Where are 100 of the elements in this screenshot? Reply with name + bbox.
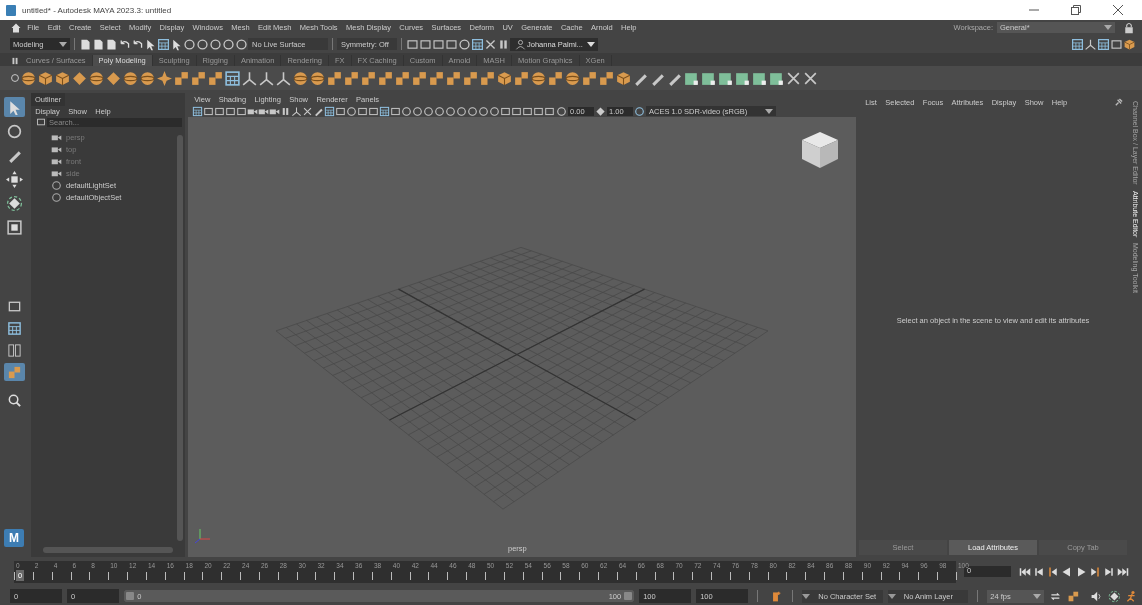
blocks-icon[interactable] xyxy=(411,69,428,87)
circle-icon[interactable] xyxy=(50,179,62,191)
circle-icon[interactable] xyxy=(346,105,357,117)
circle-icon[interactable] xyxy=(50,191,62,203)
blocks-icon[interactable] xyxy=(598,69,615,87)
cursor-icon[interactable] xyxy=(170,37,183,51)
axis-icon[interactable] xyxy=(241,69,258,87)
file-icon[interactable] xyxy=(105,37,118,51)
frame-icon[interactable] xyxy=(35,117,46,127)
circle-icon[interactable] xyxy=(489,105,500,117)
sphere-icon[interactable] xyxy=(139,69,156,87)
circle-icon[interactable] xyxy=(434,105,445,117)
circle-icon[interactable] xyxy=(222,37,235,51)
file-icon[interactable] xyxy=(79,37,92,51)
cube-icon[interactable] xyxy=(615,69,632,87)
frame-icon[interactable] xyxy=(203,105,214,117)
blocks-icon[interactable] xyxy=(1067,589,1080,603)
slider-handle[interactable] xyxy=(624,592,633,600)
grid-icon[interactable] xyxy=(1097,37,1110,51)
circle-icon[interactable] xyxy=(467,105,478,117)
sphere-icon[interactable] xyxy=(122,69,139,87)
frame-icon[interactable] xyxy=(225,105,236,117)
circle-icon[interactable] xyxy=(634,105,645,117)
rotate-icon[interactable] xyxy=(1107,589,1121,603)
circle-icon[interactable] xyxy=(556,105,567,117)
cube-icon[interactable] xyxy=(1123,37,1136,51)
frame-icon[interactable] xyxy=(1110,37,1123,51)
pause-icon[interactable] xyxy=(10,56,20,66)
slider-handle[interactable] xyxy=(126,592,135,600)
file-icon[interactable] xyxy=(92,37,105,51)
cross-icon[interactable] xyxy=(302,105,313,117)
maya-logo[interactable]: M xyxy=(4,529,24,547)
grid-icon[interactable] xyxy=(6,320,22,336)
circle-icon[interactable] xyxy=(209,37,222,51)
pause-icon[interactable] xyxy=(280,105,291,117)
rotate-icon[interactable] xyxy=(5,194,23,212)
grid-icon[interactable] xyxy=(192,105,203,117)
circle-icon[interactable] xyxy=(401,105,412,117)
skip-back-icon[interactable] xyxy=(1019,565,1031,578)
frame-icon[interactable] xyxy=(368,105,379,117)
scale-icon[interactable] xyxy=(5,218,23,236)
frame-icon[interactable] xyxy=(236,105,247,117)
sphere-icon[interactable] xyxy=(88,69,105,87)
cube-icon[interactable] xyxy=(54,69,71,87)
sphere-icon[interactable] xyxy=(564,69,581,87)
cube-icon[interactable] xyxy=(37,69,54,87)
blocks-icon[interactable] xyxy=(445,69,462,87)
frame-icon[interactable] xyxy=(335,105,346,117)
maximize-icon[interactable] xyxy=(1071,5,1081,15)
cross-icon[interactable] xyxy=(484,37,497,51)
split-icon[interactable] xyxy=(6,342,22,358)
home-icon[interactable] xyxy=(9,21,22,34)
blocks-icon[interactable] xyxy=(428,69,445,87)
circle-icon[interactable] xyxy=(412,105,423,117)
scrollbar[interactable] xyxy=(177,135,183,541)
grid-icon[interactable] xyxy=(224,69,241,87)
frame-icon[interactable] xyxy=(522,105,533,117)
diamond-icon[interactable] xyxy=(105,69,122,87)
axis-icon[interactable] xyxy=(275,69,292,87)
pause-icon[interactable] xyxy=(497,37,510,51)
circle-icon[interactable] xyxy=(235,37,248,51)
skip-forward-icon[interactable] xyxy=(1117,565,1129,578)
grid-icon[interactable] xyxy=(324,105,335,117)
blocks-icon[interactable] xyxy=(326,69,343,87)
frame-icon[interactable] xyxy=(390,105,401,117)
circle-icon[interactable] xyxy=(5,122,23,140)
blocks-icon[interactable] xyxy=(190,69,207,87)
cube-icon[interactable] xyxy=(496,69,513,87)
blocks-icon[interactable] xyxy=(377,69,394,87)
blocks-icon[interactable] xyxy=(207,69,224,87)
sphere-icon[interactable] xyxy=(20,69,37,87)
axis-icon[interactable] xyxy=(291,105,302,117)
frame-icon[interactable] xyxy=(533,105,544,117)
play-icon[interactable] xyxy=(1075,565,1087,578)
grid-icon[interactable] xyxy=(157,37,170,51)
speaker-icon[interactable] xyxy=(1089,589,1103,603)
frame-icon[interactable] xyxy=(214,105,225,117)
step-back-icon[interactable] xyxy=(1033,565,1045,578)
sphere-icon[interactable] xyxy=(292,69,309,87)
blocks-icon[interactable] xyxy=(547,69,564,87)
frame-icon[interactable] xyxy=(544,105,555,117)
blocks-icon[interactable] xyxy=(479,69,496,87)
key-back-icon[interactable] xyxy=(1047,565,1059,578)
axis-icon[interactable] xyxy=(258,69,275,87)
search-icon[interactable] xyxy=(6,393,22,408)
circle-icon[interactable] xyxy=(445,105,456,117)
blocks-icon[interactable] xyxy=(581,69,598,87)
grid-icon[interactable] xyxy=(379,105,390,117)
axis-icon[interactable] xyxy=(1084,37,1097,51)
frame-icon[interactable] xyxy=(357,105,368,117)
circle-icon[interactable] xyxy=(10,73,20,83)
star-icon[interactable] xyxy=(156,69,173,87)
grid-icon[interactable] xyxy=(1071,37,1084,51)
person-icon[interactable] xyxy=(514,38,526,50)
sphere-icon[interactable] xyxy=(309,69,326,87)
view-cube-icon[interactable] xyxy=(799,129,841,171)
play-backward-icon[interactable] xyxy=(1061,565,1073,578)
frame-icon[interactable] xyxy=(419,37,432,51)
move-icon[interactable] xyxy=(5,170,23,188)
blocks-icon[interactable] xyxy=(173,69,190,87)
